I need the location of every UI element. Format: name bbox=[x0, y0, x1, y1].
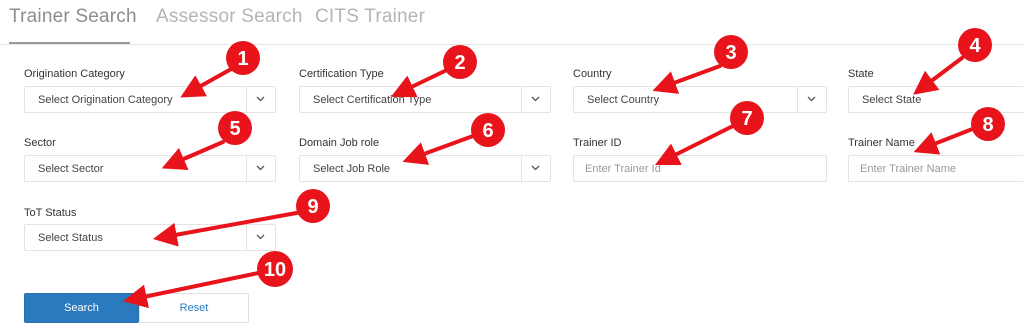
annotation-number-3: 3 bbox=[725, 42, 736, 64]
annotation-number-10: 10 bbox=[264, 259, 286, 281]
annotation-number-2: 2 bbox=[454, 52, 465, 74]
annotation-arrow-6 bbox=[402, 134, 475, 165]
annotation-number-5: 5 bbox=[229, 118, 240, 140]
annotation-number-6: 6 bbox=[482, 120, 493, 142]
annotation-number-8: 8 bbox=[982, 114, 993, 136]
annotation-number-7: 7 bbox=[741, 108, 752, 130]
annotation-arrow-10 bbox=[123, 270, 265, 309]
annotation-arrow-8 bbox=[913, 126, 977, 155]
annotation-arrow-5 bbox=[161, 140, 225, 170]
annotation-arrow-3 bbox=[652, 64, 722, 94]
annotation-number-1: 1 bbox=[237, 48, 248, 70]
annotation-badges: 1 2 3 4 5 6 7 8 9 10 bbox=[218, 28, 1005, 287]
annotation-number-9: 9 bbox=[307, 196, 318, 218]
annotation-arrow-4 bbox=[913, 56, 964, 95]
annotation-arrow-9 bbox=[152, 210, 304, 247]
annotation-arrow-2 bbox=[390, 66, 453, 98]
annotation-arrow-1 bbox=[180, 66, 235, 98]
annotation-number-4: 4 bbox=[969, 35, 981, 57]
annotation-overlay: 1 2 3 4 5 6 7 8 9 10 bbox=[123, 28, 1005, 309]
annotation-arrow-7 bbox=[654, 124, 735, 166]
